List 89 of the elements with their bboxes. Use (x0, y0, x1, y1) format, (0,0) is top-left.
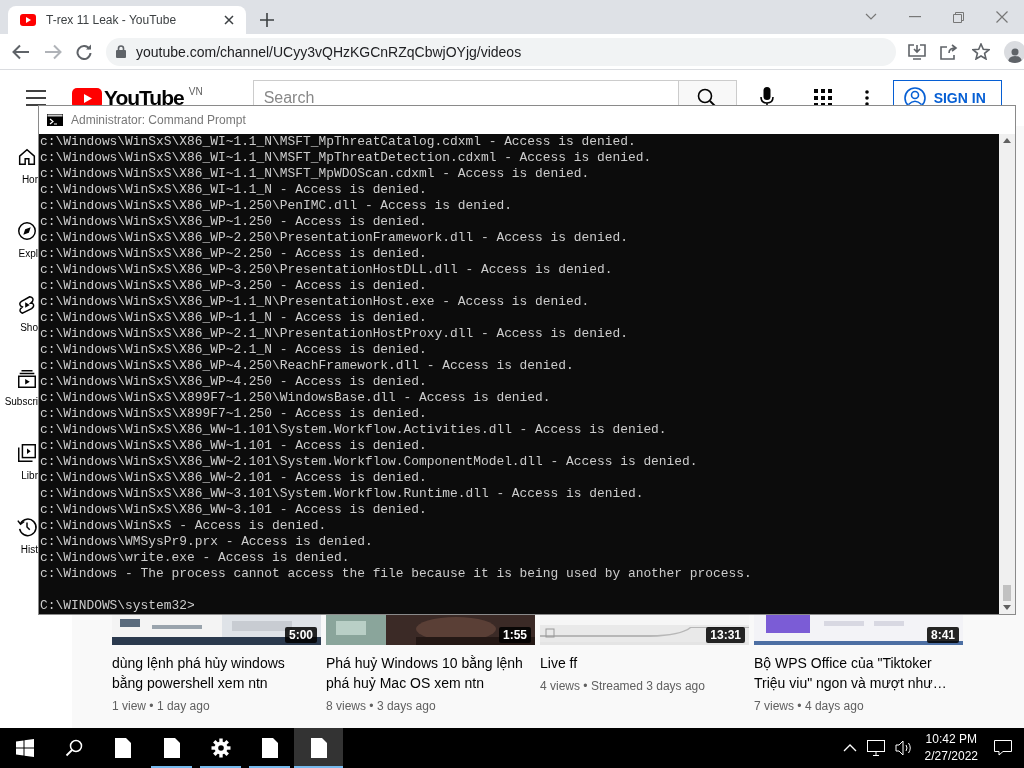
console-line: c:\Windows - The process cannot access the file because it is being used by another process. (40, 566, 753, 582)
search-field[interactable]: Search (263, 86, 678, 110)
sidebar-label[interactable]: Libr (21, 470, 38, 481)
duration-badge: 8:41 (926, 627, 959, 643)
window-title: Administrator: Command Prompt (71, 113, 246, 127)
duration-badge: 1:55 (498, 627, 531, 643)
file-icon (114, 738, 131, 758)
volume-icon[interactable] (894, 740, 913, 756)
duration-badge: 13:31 (706, 627, 745, 643)
console-line: c:\Windows\WinSxS\X86_WP~4.250\ReachFramework.dll - Access is denied. (40, 358, 575, 374)
file-icon (163, 738, 180, 758)
search-icon (64, 739, 83, 757)
sidebar-label[interactable]: Sho (20, 322, 38, 333)
clock[interactable]: 10:42 PM 2/27/2022 (924, 731, 978, 765)
console-line: c:\Windows\WinSxS\X86_WP~1.1_N\PresentationHost.exe - Access is denied. (40, 294, 591, 310)
scroll-thumb[interactable] (1003, 585, 1011, 601)
video-meta: 1 view • 1 day ago (112, 699, 211, 713)
browser-tab[interactable]: T-rex 11 Leak - YouTube (8, 6, 246, 34)
home-icon[interactable] (16, 146, 38, 168)
console-line: c:\Windows\WinSxS\X86_WP~1.250\PenIMC.dll - Access is denied. (40, 198, 513, 214)
console-line: c:\Windows\WinSxS\X899F7~1.250\WindowsBase.dll - Access is denied. (40, 390, 552, 406)
menu-icon[interactable] (26, 90, 46, 106)
video-title[interactable]: Bộ WPS Office của "Tiktoker Triệu viu" ngon và mượt như… (754, 653, 959, 693)
sidebar-label[interactable]: Hist (20, 544, 38, 555)
duration-badge: 5:00 (284, 627, 317, 643)
chevron-up-icon[interactable] (842, 744, 857, 752)
scroll-down-icon[interactable] (1003, 605, 1011, 610)
lock-icon (116, 45, 126, 58)
console-line: c:\Windows\WinSxS - Access is denied. (40, 518, 328, 534)
minimize-icon[interactable] (909, 16, 921, 18)
console-line: c:\Windows\WinSxS\X86_WP~2.1_N\PresentationHostProxy.dll - Access is denied. (40, 326, 629, 342)
console-line: c:\Windows\WinSxS\X86_WW~2.101\System.Workflow.ComponentModel.dll - Access is denied. (40, 454, 699, 470)
install-icon[interactable] (908, 43, 926, 60)
youtube-icon (20, 14, 36, 26)
video-title[interactable]: dùng lệnh phá hủy windows bằng powershell xem ntn (112, 653, 317, 693)
notification-icon[interactable] (994, 740, 1012, 756)
console-line: c:\Windows\WinSxS\X86_WP~1.1_N - Access is denied. (40, 310, 428, 326)
console-line: c:\Windows\WinSxS\X86_WW~3.101 - Access is denied. (40, 502, 428, 518)
sidebar-label[interactable]: Subscri (4, 396, 38, 407)
share-icon[interactable] (940, 43, 958, 60)
reload-icon[interactable] (76, 43, 92, 60)
console-line: c:\Windows\WinSxS\X86_WI~1.1_N\MSFT_MpThreatDetection.cdxml - Access is denied. (40, 150, 653, 166)
network-icon[interactable] (866, 740, 885, 756)
star-icon[interactable] (972, 43, 990, 60)
console-line: c:\Windows\WinSxS\X899F7~1.250 - Access is denied. (40, 406, 428, 422)
gear-icon (210, 738, 231, 758)
console-prompt[interactable]: C:\WINDOWS\system32> (40, 598, 999, 614)
subscriptions-icon[interactable] (16, 368, 38, 390)
scroll-up-icon[interactable] (1003, 138, 1011, 143)
windows-logo-icon (15, 739, 34, 757)
console-icon (47, 114, 63, 126)
chevron-down-icon[interactable] (865, 13, 877, 21)
restore-icon[interactable] (953, 11, 964, 23)
console-line: c:\Windows\WinSxS\X86_WI~1.1_N\MSFT_MpWDOScan.cdxml - Access is denied. (40, 166, 591, 182)
console-line: c:\Windows\WinSxS\X86_WW~3.101\System.Workflow.Runtime.dll - Access is denied. (40, 486, 645, 502)
console-line: c:\Windows\WinSxS\X86_WW~2.101 - Access is denied. (40, 470, 428, 486)
console-line: c:\Windows\WMSysPr9.prx - Access is denied. (40, 534, 374, 550)
console-line: c:\Windows\WinSxS\X86_WP~2.250\PresentationFramework.dll - Access is denied. (40, 230, 629, 246)
console-line: c:\Windows\WinSxS\X86_WI~1.1_N\MSFT_MpThreatCatalog.cdxml - Access is denied. (40, 134, 637, 150)
console-line: c:\Windows\WinSxS\X86_WP~2.1_N - Access is denied. (40, 342, 428, 358)
console-line: c:\Windows\WinSxS\X86_WW~1.101 - Access is denied. (40, 438, 428, 454)
taskbar-button[interactable] (294, 728, 343, 768)
profile-avatar[interactable] (1004, 40, 1024, 63)
console-line: c:\Windows\WinSxS\X86_WI~1.1_N - Access is denied. (40, 182, 428, 198)
console-line: c:\Windows\WinSxS\X86_WP~2.250 - Access is denied. (40, 246, 428, 262)
scrollbar[interactable] (999, 134, 1015, 614)
video-meta: 4 views • Streamed 3 days ago (540, 679, 706, 693)
video-meta: 8 views • 3 days ago (326, 699, 437, 713)
library-icon[interactable] (16, 442, 38, 464)
plus-icon[interactable] (260, 13, 274, 27)
console-line: c:\Windows\WinSxS\X86_WW~1.101\System.Workflow.Activities.dll - Access is denied. (40, 422, 668, 438)
more-vertical-icon[interactable] (864, 90, 869, 106)
video-title[interactable]: Live ff (540, 653, 745, 673)
history-icon[interactable] (16, 516, 38, 538)
file-icon (261, 738, 278, 758)
close-icon[interactable] (224, 15, 234, 25)
console-line: c:\Windows\WinSxS\X86_WP~3.250\PresentationHostDLL.dll - Access is denied. (40, 262, 614, 278)
console-line: c:\Windows\WinSxS\X86_WP~4.250 - Access is denied. (40, 374, 428, 390)
console-line: c:\Windows\WinSxS\X86_WP~3.250 - Access is denied. (40, 278, 428, 294)
video-title[interactable]: Phá huỷ Windows 10 bằng lệnh phá huỷ Mac OS xem ntn (326, 653, 531, 693)
compass-icon[interactable] (16, 220, 38, 242)
video-meta: 7 views • 4 days ago (754, 699, 865, 713)
address-bar[interactable]: youtube.com/channel/UCyy3vQHzKGCnRZqCbwjOYjg/videos (106, 37, 896, 66)
sidebar-label[interactable]: Hor (21, 174, 38, 185)
console-line: c:\Windows\WinSxS\X86_WP~1.250 - Access is denied. (40, 214, 428, 230)
back-arrow-icon[interactable] (12, 43, 30, 60)
file-icon (310, 738, 327, 758)
console-line: c:\Windows\write.exe - Access is denied. (40, 550, 351, 566)
sidebar-label[interactable]: Expl (18, 248, 38, 259)
